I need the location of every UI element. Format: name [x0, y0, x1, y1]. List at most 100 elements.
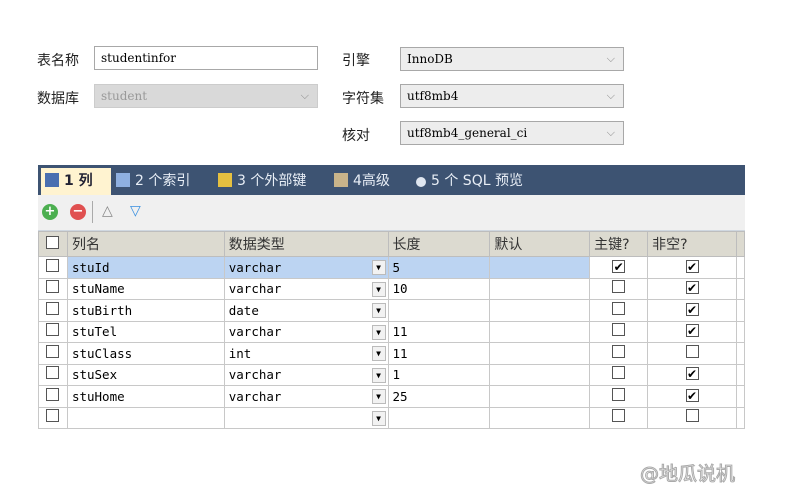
default-cell[interactable] [489, 320, 591, 343]
tab-indexes[interactable]: 2 个索引 [112, 168, 190, 195]
dropdown-arrow-icon[interactable]: ▼ [371, 324, 386, 340]
tab-sql-preview[interactable]: 5 个 SQL 预览 [412, 168, 523, 195]
data-type-cell[interactable]: ▼ [223, 406, 389, 429]
primary-key-checkbox[interactable] [589, 320, 649, 343]
table-row[interactable]: ▼ [38, 406, 746, 429]
primary-key-checkbox[interactable]: ✔ [589, 256, 649, 279]
select-all-checkbox[interactable] [38, 231, 68, 257]
column-name-cell[interactable]: stuId [66, 256, 225, 279]
dropdown-arrow-icon[interactable]: ▼ [371, 346, 386, 361]
dropdown-arrow-icon[interactable]: ▼ [371, 389, 386, 404]
length-cell[interactable] [387, 406, 491, 429]
data-type-cell[interactable]: varchar ▼ [223, 256, 389, 279]
column-name-cell[interactable]: stuHome [66, 385, 225, 408]
not-null-checkbox[interactable]: ✔ [647, 385, 737, 408]
length-cell[interactable]: 11 [387, 320, 491, 343]
toolbar: + − △ ▽ [38, 195, 745, 231]
data-type-cell[interactable]: varchar ▼ [223, 277, 389, 300]
dropdown-arrow-icon[interactable]: ▼ [371, 303, 386, 318]
row-checkbox[interactable] [38, 320, 68, 343]
not-null-checkbox[interactable]: ✔ [647, 277, 737, 300]
data-type-cell[interactable]: date ▼ [223, 299, 389, 322]
charset-value: utf8mb4 [407, 89, 459, 103]
column-name-cell[interactable]: stuName [66, 277, 225, 300]
column-name-cell[interactable]: stuSex [66, 363, 225, 386]
tab-columns[interactable]: 1 列 [41, 168, 111, 195]
length-cell[interactable] [387, 299, 491, 322]
row-checkbox[interactable] [38, 342, 68, 365]
default-cell[interactable] [489, 385, 591, 408]
header-name[interactable]: 列名 [66, 231, 225, 257]
row-checkbox[interactable] [38, 363, 68, 386]
table-name-input[interactable]: studentinfor [94, 46, 318, 70]
primary-key-checkbox[interactable] [589, 342, 649, 365]
data-type-cell[interactable]: varchar ▼ [223, 385, 389, 408]
tab-foreign-keys[interactable]: 3 个外部键 [214, 168, 306, 195]
not-null-checkbox[interactable]: ✔ [647, 299, 737, 322]
primary-key-checkbox[interactable] [589, 277, 649, 300]
data-type-cell[interactable]: varchar ▼ [223, 320, 389, 343]
database-select[interactable]: student ⌵ [94, 84, 318, 108]
collation-value: utf8mb4_general_ci [407, 126, 528, 140]
length-cell[interactable]: 10 [387, 277, 491, 300]
row-checkbox[interactable] [38, 256, 68, 279]
move-up-button[interactable]: △ [102, 203, 113, 219]
engine-value: InnoDB [407, 52, 453, 66]
table-row[interactable]: stuName varchar ▼ 10 ✔ [38, 277, 746, 300]
move-down-button[interactable]: ▽ [130, 203, 141, 219]
length-cell[interactable]: 1 [387, 363, 491, 386]
primary-key-checkbox[interactable] [589, 363, 649, 386]
remove-column-button[interactable]: − [70, 204, 86, 220]
primary-key-checkbox[interactable] [589, 406, 649, 429]
more-cell [735, 299, 746, 322]
default-cell[interactable] [489, 363, 591, 386]
row-checkbox[interactable] [38, 277, 68, 300]
row-checkbox[interactable] [38, 299, 68, 322]
dropdown-arrow-icon[interactable]: ▼ [371, 281, 386, 297]
dropdown-arrow-icon[interactable]: ▼ [371, 367, 386, 383]
column-name-cell[interactable]: stuBirth [66, 299, 225, 322]
table-row[interactable]: stuClass int ▼ 11 [38, 342, 746, 365]
row-checkbox[interactable] [38, 385, 68, 408]
header-length[interactable]: 长度 [387, 231, 491, 257]
tab-advanced[interactable]: 4高级 [330, 168, 390, 195]
header-primary-key[interactable]: 主键? [589, 231, 649, 257]
charset-select[interactable]: utf8mb4 ⌵ [400, 84, 624, 108]
default-cell[interactable] [489, 299, 591, 322]
default-cell[interactable] [489, 277, 591, 300]
not-null-checkbox[interactable]: ✔ [647, 363, 737, 386]
engine-select[interactable]: InnoDB ⌵ [400, 47, 624, 71]
length-cell[interactable]: 25 [387, 385, 491, 408]
length-cell[interactable]: 5 [387, 256, 491, 279]
default-cell[interactable] [489, 256, 591, 279]
header-default[interactable]: 默认 [489, 231, 591, 257]
data-type-cell[interactable]: varchar ▼ [223, 363, 389, 386]
default-cell[interactable] [489, 406, 591, 429]
chevron-down-icon: ⌵ [606, 126, 615, 139]
table-row[interactable]: stuHome varchar ▼ 25 ✔ [38, 385, 746, 408]
table-row[interactable]: stuSex varchar ▼ 1 ✔ [38, 363, 746, 386]
table-row[interactable]: stuBirth date ▼ ✔ [38, 299, 746, 322]
not-null-checkbox[interactable] [647, 406, 737, 429]
chevron-down-icon: ⌵ [606, 89, 615, 102]
row-checkbox[interactable] [38, 406, 68, 429]
primary-key-checkbox[interactable] [589, 385, 649, 408]
dropdown-arrow-icon[interactable]: ▼ [371, 410, 386, 426]
not-null-checkbox[interactable]: ✔ [647, 256, 737, 279]
column-name-cell[interactable]: stuTel [66, 320, 225, 343]
column-name-cell[interactable]: stuClass [66, 342, 225, 365]
column-name-cell[interactable] [66, 406, 225, 429]
not-null-checkbox[interactable] [647, 342, 737, 365]
collation-select[interactable]: utf8mb4_general_ci ⌵ [400, 121, 624, 145]
data-type-cell[interactable]: int ▼ [223, 342, 389, 365]
not-null-checkbox[interactable]: ✔ [647, 320, 737, 343]
header-type[interactable]: 数据类型 [223, 231, 389, 257]
table-row[interactable]: stuId varchar ▼ 5 ✔ ✔ [38, 256, 746, 279]
table-row[interactable]: stuTel varchar ▼ 11 ✔ [38, 320, 746, 343]
length-cell[interactable]: 11 [387, 342, 491, 365]
add-column-button[interactable]: + [42, 204, 58, 220]
header-not-null[interactable]: 非空? [647, 231, 737, 257]
dropdown-arrow-icon[interactable]: ▼ [371, 260, 386, 275]
default-cell[interactable] [489, 342, 591, 365]
primary-key-checkbox[interactable] [589, 299, 649, 322]
